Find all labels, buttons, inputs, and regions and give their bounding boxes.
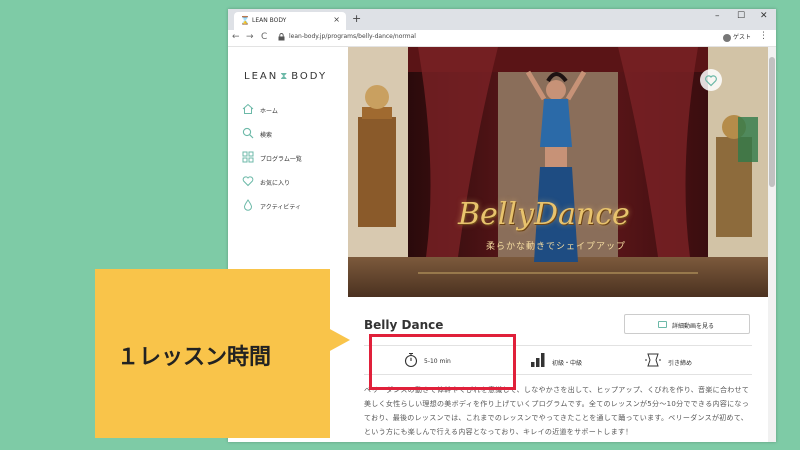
maximize-button[interactable]: ☐ [737, 11, 745, 21]
tab-bar: ⌛ LEAN BODY × + – ☐ ✕ [228, 9, 776, 30]
heart-icon [242, 176, 254, 187]
drop-icon [243, 199, 253, 211]
sidebar-item-label: 検索 [260, 132, 273, 139]
browser-menu-icon[interactable]: ⋮ [759, 31, 768, 41]
callout-box: １レッスン時間 [95, 269, 330, 438]
video-icon [658, 321, 667, 328]
duration-highlight-box [369, 334, 516, 390]
scrollbar-thumb[interactable] [769, 57, 775, 187]
callout-text: １レッスン時間 [117, 345, 272, 370]
profile-icon [723, 33, 731, 42]
hero-subtitle: 柔らかな動きでシェイプアップ [486, 242, 627, 252]
search-icon [242, 127, 254, 139]
hero-image: BellyDance 柔らかな動きでシェイプアップ [348, 47, 768, 297]
program-title: Belly Dance [364, 318, 444, 332]
minimize-button[interactable]: – [715, 11, 720, 21]
level-info: 初級・中級 [522, 346, 632, 376]
program-description: ベリーダンスの動きで体幹やくびれを意識して、しなやかさを出して、ヒップアップ、く… [364, 386, 750, 436]
back-button[interactable]: ← [232, 32, 240, 42]
home-icon [242, 103, 254, 114]
close-window-button[interactable]: ✕ [760, 11, 768, 21]
favorite-button[interactable] [700, 69, 722, 91]
logo-right-text: BODY [291, 71, 328, 82]
browser-tab[interactable]: ⌛ LEAN BODY × [234, 12, 346, 30]
sidebar-item-label: アクティビティ [260, 204, 301, 211]
address-bar[interactable]: lean-body.jp/programs/belly-dance/normal [278, 32, 718, 44]
sidebar-item-label: プログラム一覧 [260, 156, 302, 163]
tab-title: LEAN BODY [252, 17, 287, 24]
profile-label: ゲスト [733, 34, 752, 41]
sidebar-item-label: ホーム [260, 108, 278, 115]
forward-button[interactable]: → [246, 32, 254, 42]
hero-title: BellyDance [458, 197, 630, 232]
browser-toolbar: ← → C lean-body.jp/programs/belly-dance/… [228, 30, 776, 47]
url-text: lean-body.jp/programs/belly-dance/normal [289, 33, 416, 40]
reload-button[interactable]: C [261, 32, 267, 42]
callout-arrow [328, 328, 350, 352]
favicon-icon: ⌛ [240, 16, 250, 25]
tab-close-icon[interactable]: × [333, 15, 340, 24]
heart-icon [705, 75, 717, 87]
level-bars-icon [531, 353, 545, 367]
grid-icon [242, 151, 254, 163]
lock-icon [278, 33, 285, 41]
category-text: 引き締め [668, 360, 693, 367]
logo-left-text: LEAN [244, 71, 279, 82]
detail-video-button[interactable]: 詳細動画を見る [624, 314, 750, 334]
category-info: 引き締め [644, 346, 754, 376]
page-scrollbar[interactable] [768, 47, 776, 442]
hourglass-icon: ⧗ [280, 71, 290, 82]
site-logo[interactable]: LEAN ⧗ BODY [244, 71, 327, 82]
profile-button[interactable]: ゲスト [723, 32, 751, 42]
detail-button-label: 詳細動画を見る [672, 323, 715, 330]
body-shape-icon [645, 353, 661, 367]
new-tab-button[interactable]: + [352, 12, 361, 25]
level-text: 初級・中級 [552, 360, 583, 367]
sidebar-item-label: お気に入り [260, 180, 291, 187]
